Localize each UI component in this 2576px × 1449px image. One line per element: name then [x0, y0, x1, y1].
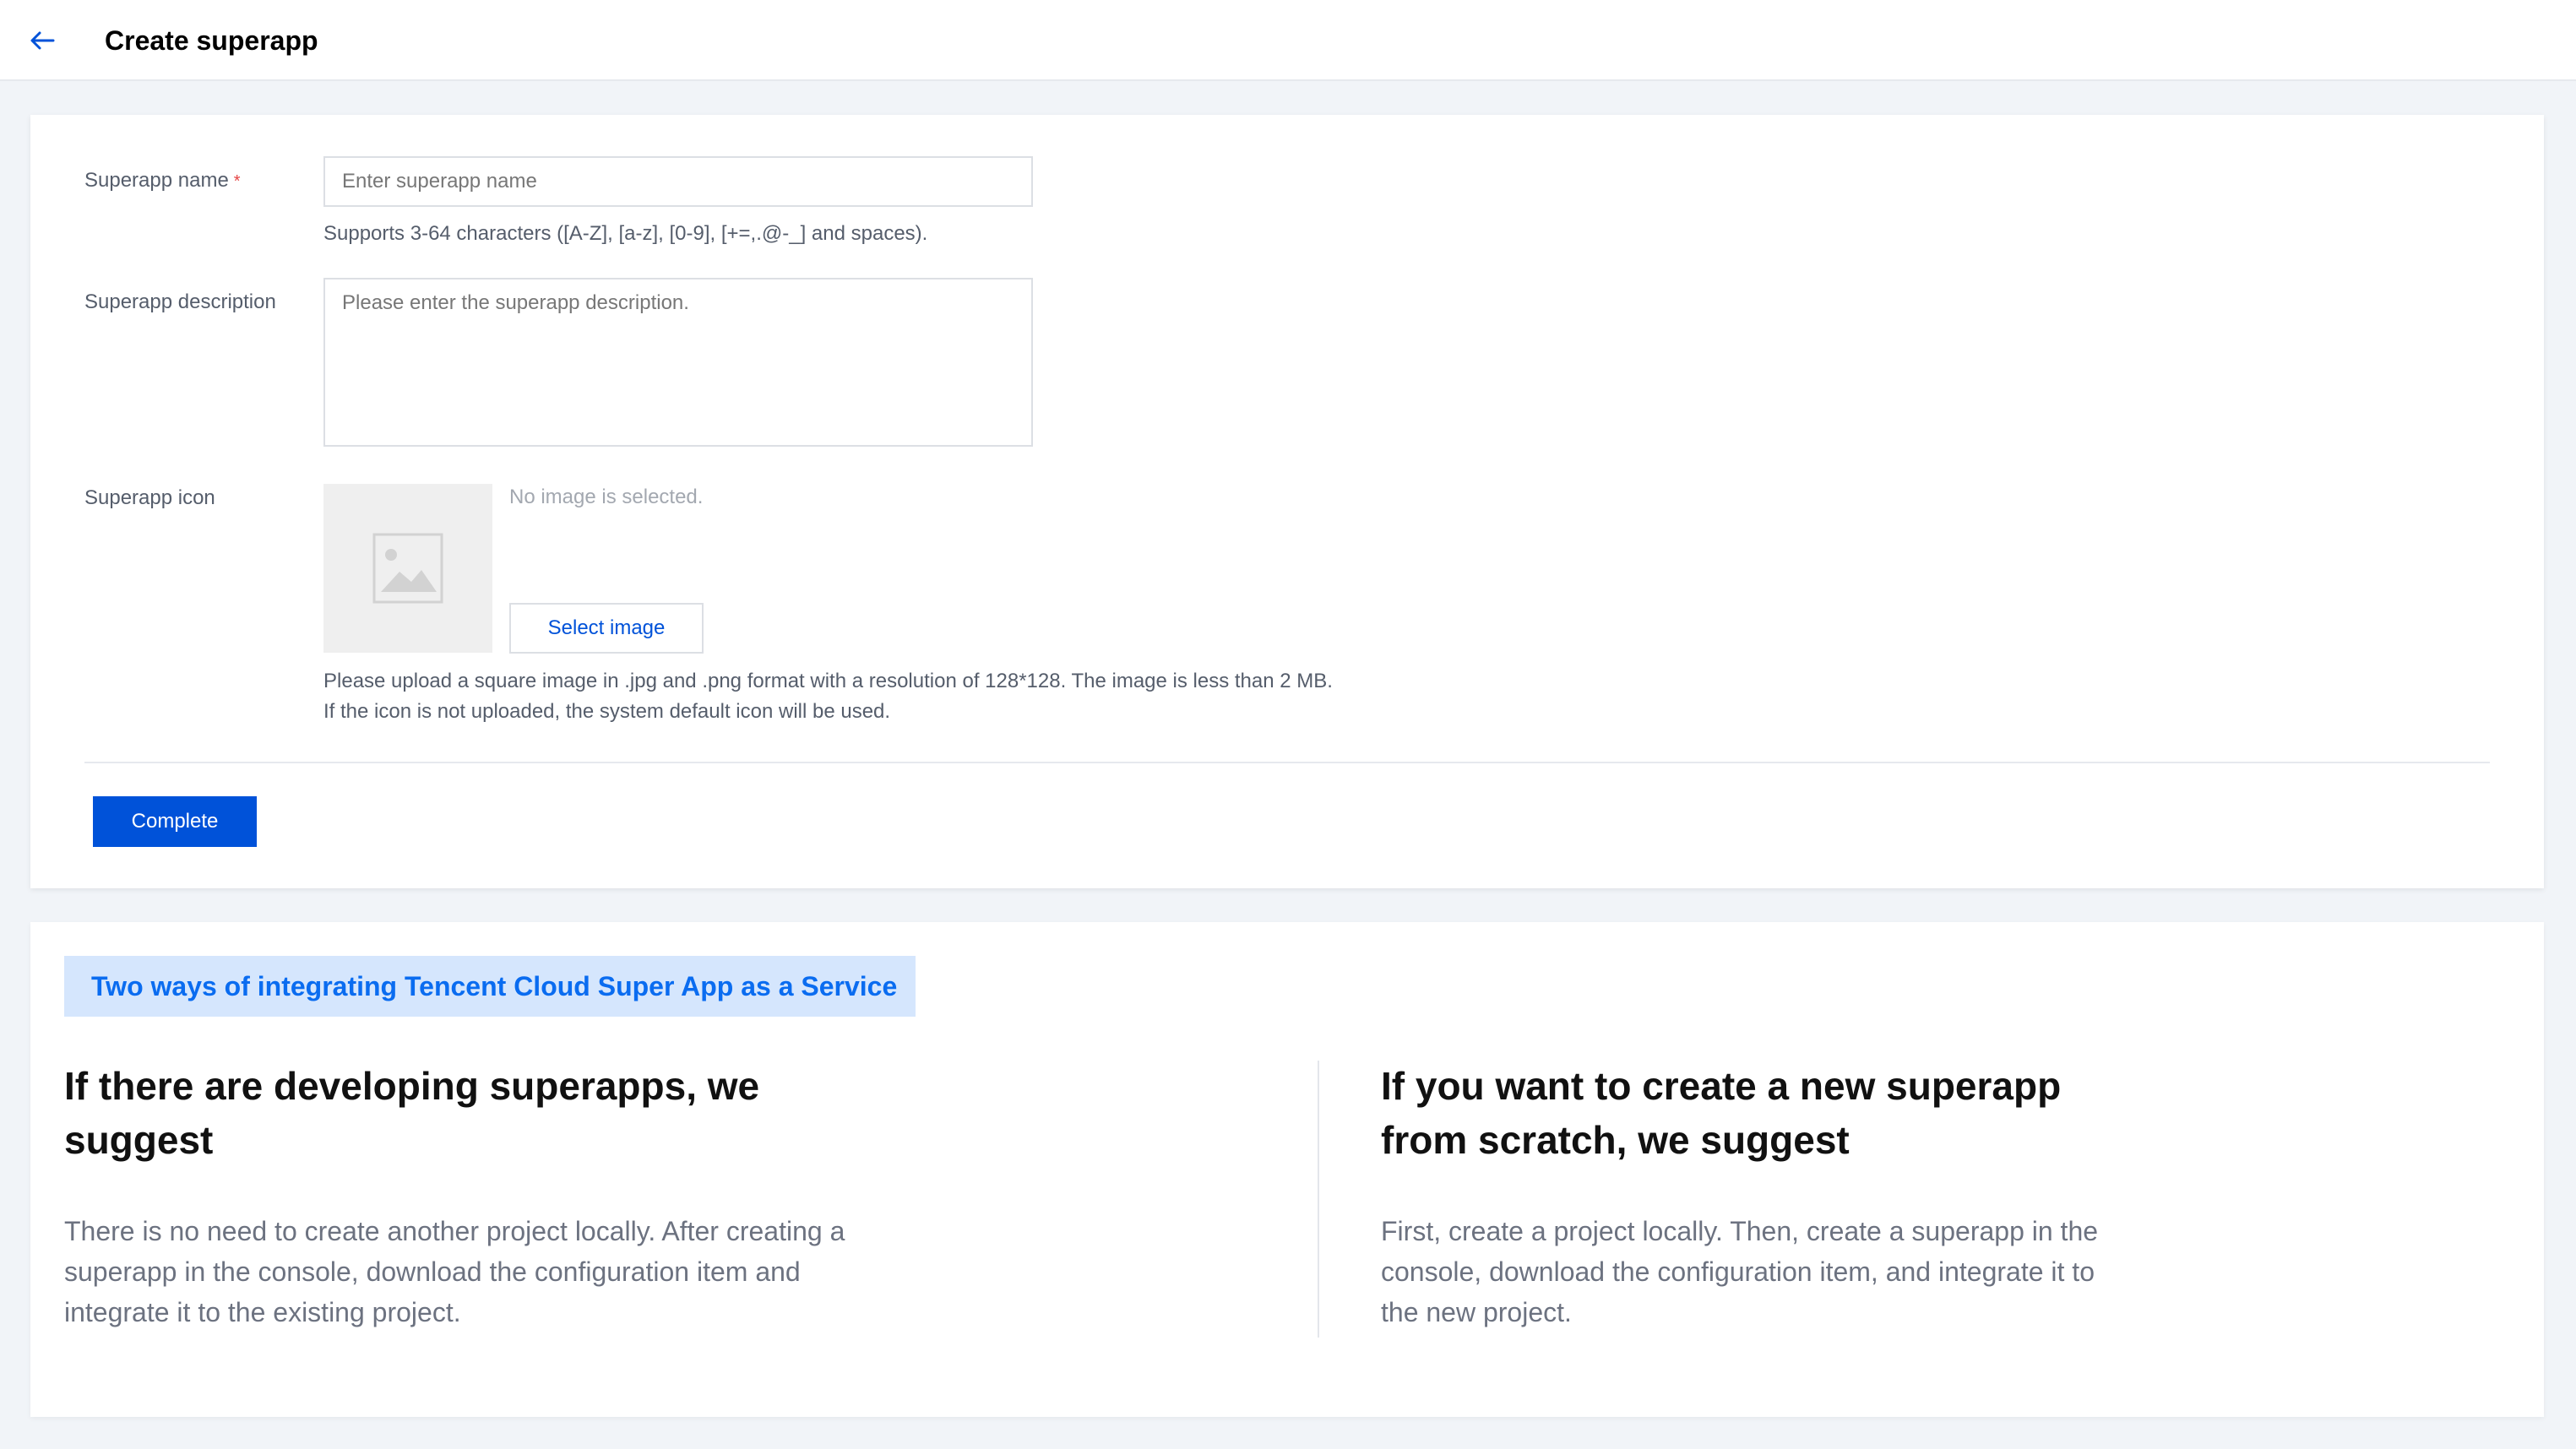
new-project-title: If you want to create a new superapp fro…: [1381, 1064, 2062, 1162]
arrow-left-icon: [30, 31, 55, 50]
superapp-name-label-text: Superapp name: [84, 169, 229, 192]
complete-button[interactable]: Complete: [93, 796, 257, 847]
integration-info: Two ways of integrating Tencent Cloud Su…: [30, 922, 2544, 1417]
form-divider: [84, 762, 2490, 763]
select-image-button[interactable]: Select image: [509, 603, 704, 654]
column-divider: [1318, 1061, 1319, 1338]
superapp-description-label: Superapp description: [84, 290, 276, 313]
superapp-name-hint: Supports 3-64 characters ([A-Z], [a-z], …: [323, 222, 928, 245]
icon-hint-line1: Please upload a square image in .jpg and…: [323, 670, 1333, 692]
existing-project-title: If there are developing superapps, we su…: [64, 1064, 760, 1162]
superapp-description-input[interactable]: [323, 278, 1033, 447]
page-header: Create superapp: [0, 0, 2576, 81]
superapp-icon-label: Superapp icon: [84, 486, 215, 509]
create-superapp-form: Superapp name* Supports 3-64 characters …: [30, 115, 2544, 888]
superapp-name-label: Superapp name *: [84, 167, 241, 195]
icon-preview: [323, 484, 492, 653]
no-image-status: No image is selected.: [509, 486, 704, 508]
image-placeholder-icon: [372, 533, 443, 604]
page-title: Create superapp: [105, 25, 318, 56]
superapp-name-input[interactable]: [323, 156, 1033, 207]
required-mark: *: [233, 172, 241, 191]
existing-project-body: There is no need to create another proje…: [64, 1216, 845, 1327]
integration-banner: Two ways of integrating Tencent Cloud Su…: [64, 956, 916, 1017]
back-button[interactable]: [24, 22, 61, 59]
icon-hint-line2: If the icon is not uploaded, the system …: [323, 700, 891, 723]
new-project-body: First, create a project locally. Then, c…: [1381, 1216, 2099, 1327]
